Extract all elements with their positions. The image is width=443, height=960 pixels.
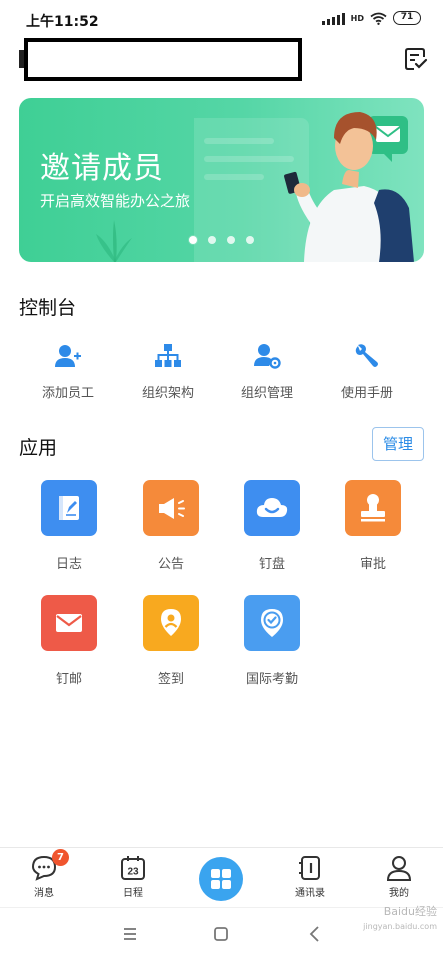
nav-label: 通讯录 [295, 888, 325, 899]
app-checkin[interactable]: 签到 [126, 595, 216, 687]
menu-icon[interactable] [118, 922, 142, 946]
console-org-chart[interactable]: 组织架构 [118, 343, 218, 403]
stamp-icon [361, 494, 385, 522]
app-tile [41, 480, 97, 536]
app-drive[interactable]: 钉盘 [227, 480, 317, 572]
console-label: 使用手册 [340, 386, 393, 401]
nav-profile[interactable]: 我的 [369, 855, 429, 899]
banner-dot[interactable] [227, 236, 235, 244]
nav-label: 我的 [389, 888, 409, 899]
banner-subtitle: 开启高效智能办公之旅 [40, 192, 191, 210]
wifi-icon [370, 12, 387, 25]
app-intl-attendance[interactable]: 国际考勤 [227, 595, 317, 687]
console-org-manage[interactable]: 组织管理 [217, 343, 317, 403]
console-row: 添加员工 组织架构 组织管理 使用手册 [0, 343, 443, 403]
banner-pagination [189, 236, 254, 244]
banner-dot[interactable] [246, 236, 254, 244]
app-log[interactable]: 日志 [24, 480, 114, 572]
battery-icon: 71 [393, 11, 421, 25]
profile-icon [386, 856, 412, 881]
app-label: 公告 [157, 557, 184, 572]
app-label: 国际考勤 [245, 672, 298, 687]
app-tile [244, 480, 300, 536]
header [0, 38, 443, 88]
console-title: 控制台 [19, 297, 77, 319]
network-label: HD [350, 13, 364, 23]
app-label: 钉邮 [55, 672, 82, 687]
banner-plant [96, 220, 132, 262]
console-label: 组织架构 [141, 386, 194, 401]
app-label: 审批 [359, 557, 386, 572]
megaphone-icon [159, 498, 185, 519]
nav-contacts[interactable]: 通讯录 [280, 855, 340, 899]
app-label: 日志 [55, 557, 82, 572]
app-label: 签到 [157, 672, 184, 687]
app-tile [143, 595, 199, 651]
apps-title: 应用 [19, 437, 58, 459]
app-approval[interactable]: 审批 [328, 480, 418, 572]
app-announcement[interactable]: 公告 [126, 480, 216, 572]
back-icon[interactable] [303, 922, 327, 946]
cloud-icon [256, 498, 288, 517]
console-label: 组织管理 [240, 386, 293, 401]
nav-workbench[interactable] [199, 857, 243, 901]
check-pin-icon [261, 609, 283, 637]
watermark-line1: Baidu经验 [383, 905, 437, 918]
banner-dot[interactable] [208, 236, 216, 244]
watermark: Baidu经验 jingyan.baidu.com [363, 905, 437, 934]
checklist-icon[interactable] [403, 46, 429, 72]
banner-dot[interactable] [189, 236, 197, 244]
signal-icon [321, 12, 345, 25]
add-user-icon [55, 345, 81, 367]
console-add-staff[interactable]: 添加员工 [18, 343, 118, 403]
app-label: 钉盘 [258, 557, 285, 572]
org-name-redacted[interactable] [24, 38, 302, 81]
nav-label: 日程 [123, 888, 143, 899]
location-icon [161, 609, 181, 636]
app-tile [345, 480, 401, 536]
status-time: 上午11:52 [26, 14, 99, 30]
status-bar: 上午11:52 HD 71 [0, 0, 443, 38]
nav-schedule[interactable]: 23 日程 [103, 855, 163, 899]
unread-badge: 7 [52, 849, 69, 866]
invite-banner[interactable]: 邀请成员 开启高效智能办公之旅 [19, 98, 424, 262]
log-icon [59, 496, 79, 520]
nav-label: 消息 [34, 888, 54, 899]
app-tile [41, 595, 97, 651]
calendar-icon: 23 [121, 856, 145, 880]
app-tile [244, 595, 300, 651]
app-mail[interactable]: 钉邮 [24, 595, 114, 687]
home-icon[interactable] [209, 922, 233, 946]
workbench-icon [211, 869, 231, 889]
banner-title: 邀请成员 [40, 151, 164, 186]
status-icons: HD 71 [321, 11, 421, 25]
org-chart-icon [155, 344, 181, 367]
contacts-icon [299, 856, 320, 880]
wrench-icon [355, 344, 378, 367]
watermark-line2: jingyan.baidu.com [363, 922, 437, 931]
manage-button[interactable]: 管理 [372, 427, 424, 461]
mail-icon [56, 614, 82, 632]
console-manual[interactable]: 使用手册 [317, 343, 417, 403]
app-tile [143, 480, 199, 536]
calendar-date: 23 [127, 867, 139, 878]
console-label: 添加员工 [41, 386, 94, 401]
user-gear-icon [254, 344, 281, 369]
